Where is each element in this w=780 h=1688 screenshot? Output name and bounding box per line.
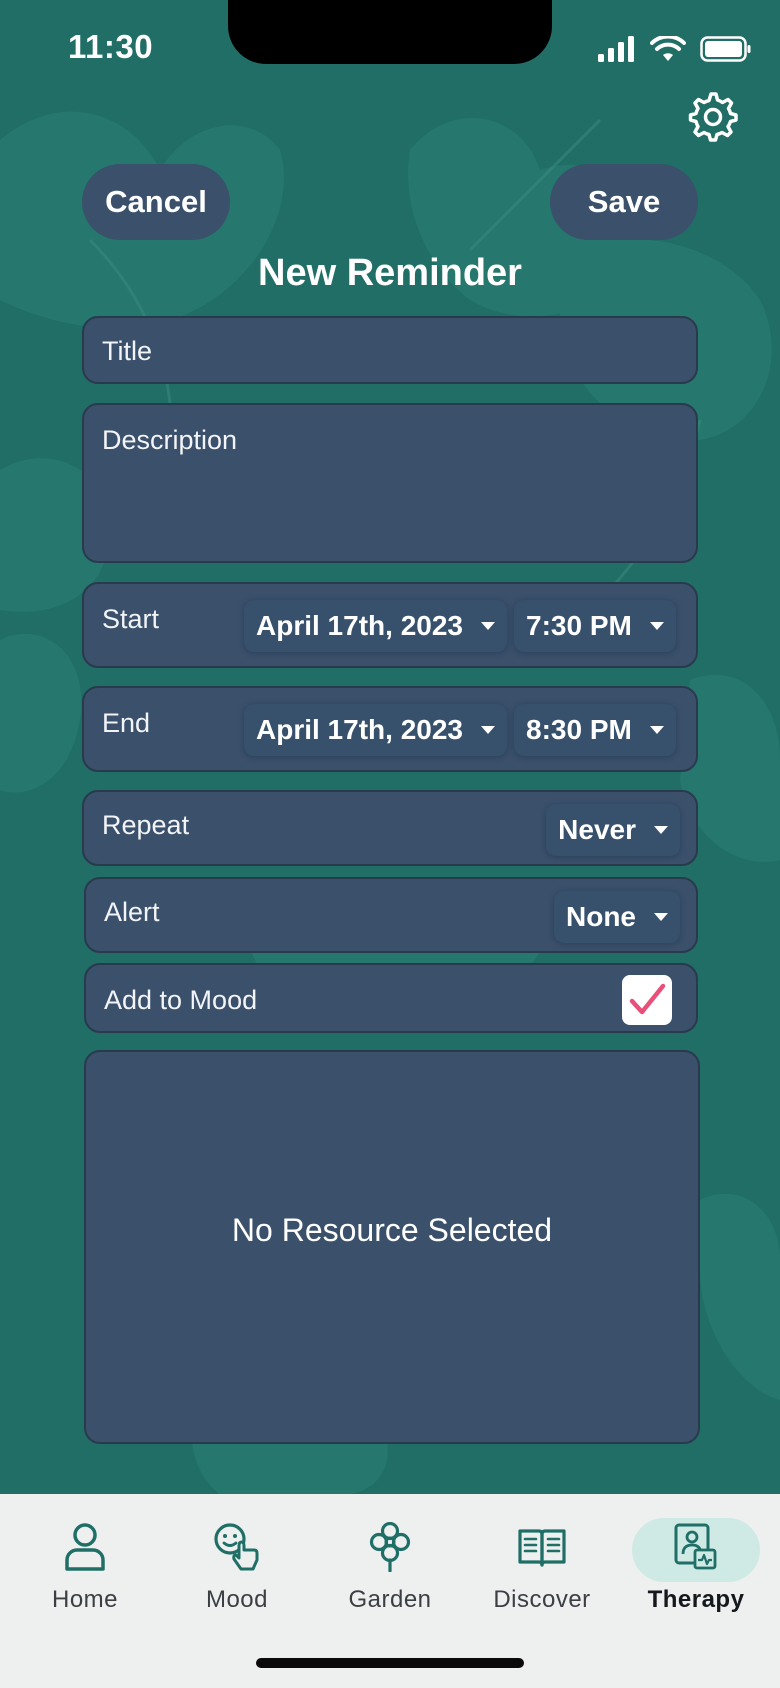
start-time-value: 7:30 PM xyxy=(526,610,632,641)
tab-therapy[interactable]: Therapy xyxy=(631,1518,761,1628)
description-placeholder: Description xyxy=(102,425,238,455)
therapy-icon xyxy=(674,1523,717,1570)
repeat-row: Repeat Never xyxy=(82,790,698,866)
status-bar: 11:30 xyxy=(0,0,780,100)
page-title: New Reminder xyxy=(258,252,522,294)
tab-garden[interactable]: Garden xyxy=(325,1518,455,1628)
start-label: Start xyxy=(102,604,160,634)
end-row: End April 17th, 2023 8:30 PM xyxy=(82,686,698,772)
end-label: End xyxy=(102,708,151,738)
status-time: 11:30 xyxy=(68,28,154,65)
alert-value: None xyxy=(566,901,636,932)
flower-icon xyxy=(369,1522,411,1572)
save-button[interactable]: Save xyxy=(550,164,698,240)
repeat-label: Repeat xyxy=(102,810,190,840)
checkmark-icon xyxy=(629,983,666,1015)
tab-home[interactable]: Home xyxy=(20,1518,150,1628)
alert-label: Alert xyxy=(104,897,160,927)
end-time-value: 8:30 PM xyxy=(526,714,632,745)
settings-button[interactable] xyxy=(686,90,740,144)
end-date-picker[interactable]: April 17th, 2023 xyxy=(244,704,507,756)
tab-label-mood: Mood xyxy=(205,1586,269,1613)
add-to-mood-row: Add to Mood xyxy=(84,963,698,1033)
person-icon xyxy=(65,1523,105,1571)
end-time-picker[interactable]: 8:30 PM xyxy=(514,704,676,756)
tab-label-therapy: Therapy xyxy=(647,1586,745,1613)
dropdown-caret-icon xyxy=(654,826,668,834)
signal-icon xyxy=(598,36,634,62)
book-icon xyxy=(518,1529,566,1567)
start-row: Start April 17th, 2023 7:30 PM xyxy=(82,582,698,668)
resource-panel[interactable]: No Resource Selected xyxy=(84,1050,700,1444)
device-notch xyxy=(228,0,552,64)
title-placeholder: Title xyxy=(102,336,153,366)
description-input[interactable]: Description xyxy=(82,403,698,563)
dropdown-caret-icon xyxy=(480,726,495,734)
dropdown-caret-icon xyxy=(649,622,664,630)
mood-icon xyxy=(214,1523,259,1571)
tab-mood[interactable]: Mood xyxy=(172,1518,302,1628)
end-date-value: April 17th, 2023 xyxy=(256,714,463,745)
tab-bar: Home Mood Garden Discover Therapy xyxy=(0,1494,780,1688)
battery-icon xyxy=(700,36,751,62)
alert-row: Alert None xyxy=(84,877,698,953)
tab-label-garden: Garden xyxy=(348,1586,432,1613)
wifi-icon xyxy=(650,36,686,61)
title-input[interactable]: Title xyxy=(82,316,698,384)
tab-discover[interactable]: Discover xyxy=(477,1518,607,1628)
cancel-button[interactable]: Cancel xyxy=(82,164,230,240)
resource-empty-text: No Resource Selected xyxy=(231,1212,553,1248)
start-time-picker[interactable]: 7:30 PM xyxy=(514,600,676,652)
home-indicator xyxy=(256,1658,524,1668)
tab-label-discover: Discover xyxy=(493,1586,591,1613)
add-to-mood-checkbox[interactable] xyxy=(622,975,672,1025)
dropdown-caret-icon xyxy=(654,913,668,921)
repeat-value: Never xyxy=(558,814,636,845)
start-date-value: April 17th, 2023 xyxy=(256,610,463,641)
dropdown-caret-icon xyxy=(649,726,664,734)
gear-icon xyxy=(688,92,738,142)
repeat-select[interactable]: Never xyxy=(546,804,680,856)
status-icons xyxy=(598,34,752,64)
alert-select[interactable]: None xyxy=(554,891,680,943)
tab-label-home: Home xyxy=(51,1586,119,1613)
dropdown-caret-icon xyxy=(480,622,495,630)
start-date-picker[interactable]: April 17th, 2023 xyxy=(244,600,507,652)
add-to-mood-label: Add to Mood xyxy=(104,985,258,1015)
